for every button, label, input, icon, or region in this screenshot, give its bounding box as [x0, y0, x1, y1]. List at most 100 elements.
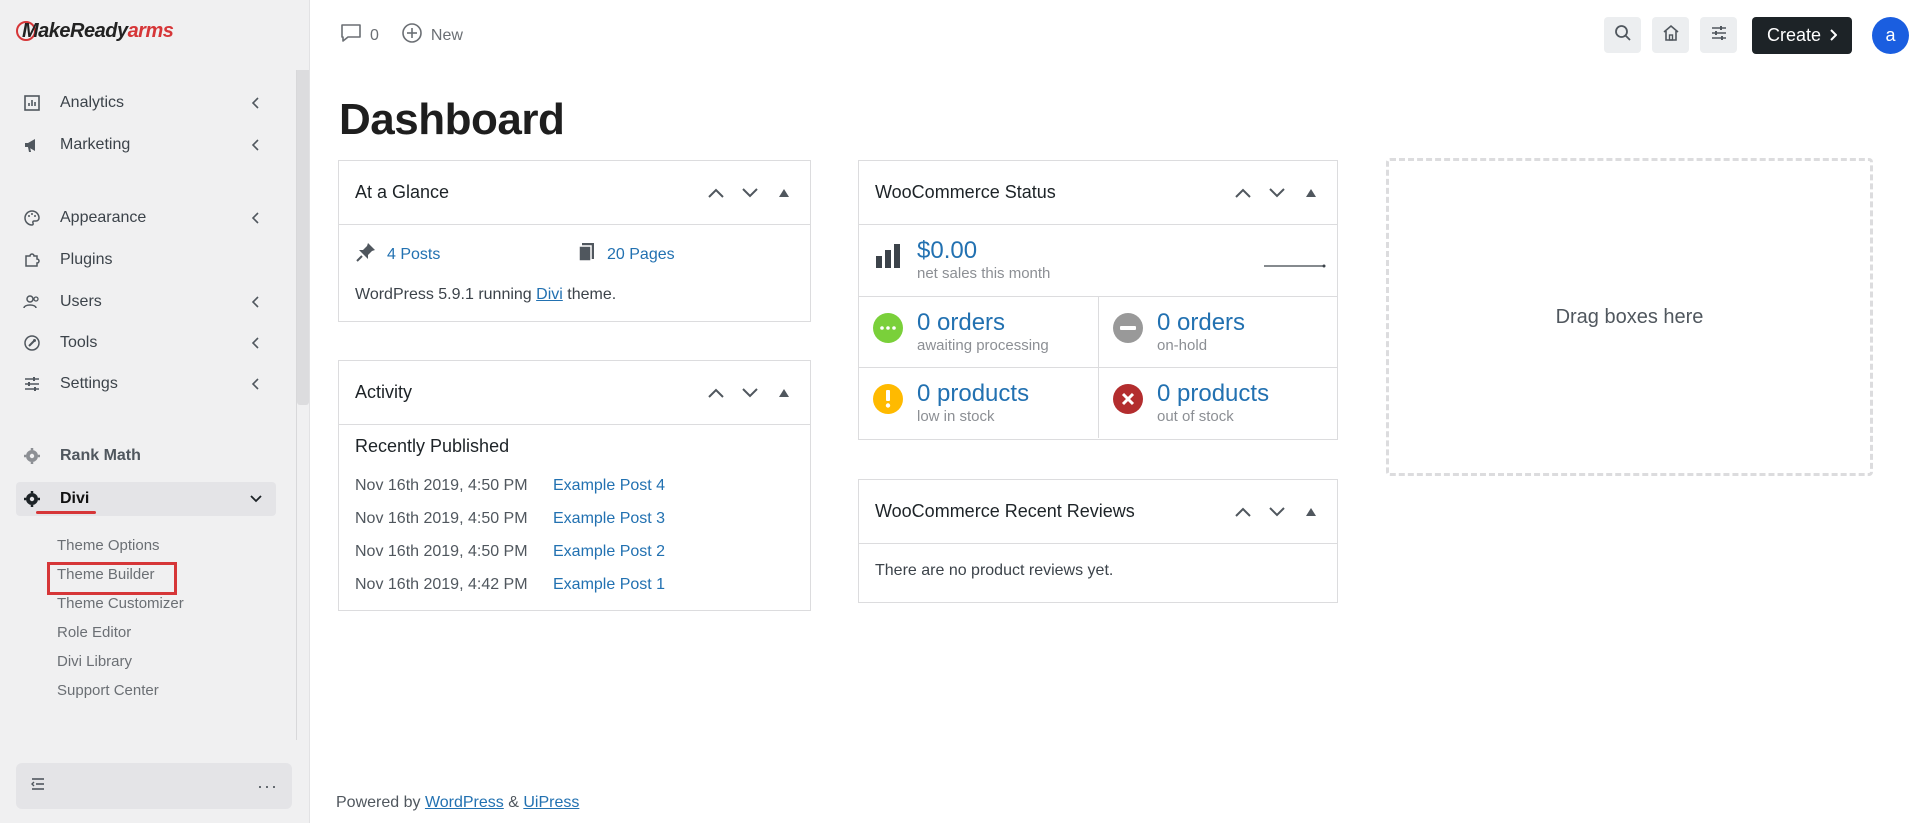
active-item-underline: [36, 511, 96, 514]
wordpress-version-text: WordPress 5.9.1 running Divi theme.: [355, 286, 617, 303]
sidebar-item-settings[interactable]: Settings: [16, 367, 276, 401]
comments-link[interactable]: 0: [340, 23, 379, 48]
submenu-theme-customizer[interactable]: Theme Customizer: [57, 595, 184, 612]
widget-activity: Activity Recently Published Nov 16th 201…: [338, 360, 811, 611]
tools-icon: [22, 333, 42, 353]
move-down-icon[interactable]: [740, 183, 760, 203]
move-up-icon[interactable]: [706, 183, 726, 203]
list-item: Nov 16th 2019, 4:50 PM Example Post 4: [355, 477, 666, 495]
sidebar-item-plugins[interactable]: Plugins: [16, 243, 276, 277]
sidebar-footer: ···: [16, 763, 292, 809]
chevron-left-icon: [246, 212, 266, 224]
pages-count[interactable]: 20 Pages: [577, 241, 675, 268]
post-link[interactable]: Example Post 1: [553, 576, 665, 594]
net-sales-row[interactable]: $0.00 net sales this month: [859, 225, 1337, 296]
processing-orders[interactable]: 0 orders awaiting processing: [859, 297, 1099, 367]
widget-header: WooCommerce Recent Reviews: [859, 480, 1337, 544]
drag-drop-zone[interactable]: Drag boxes here: [1386, 158, 1873, 476]
theme-link[interactable]: Divi: [536, 286, 563, 303]
puzzle-icon: [22, 250, 42, 270]
sparkline: [1264, 255, 1326, 273]
pin-icon: [355, 241, 377, 268]
avatar[interactable]: a: [1872, 17, 1909, 54]
no-reviews-text: There are no product reviews yet.: [875, 562, 1114, 579]
users-icon: [22, 292, 42, 312]
on-hold-orders[interactable]: 0 orders on-hold: [1099, 297, 1337, 367]
chevron-left-icon: [246, 378, 266, 390]
chevron-left-icon: [246, 139, 266, 151]
topbar-left: 0 New: [340, 22, 475, 49]
move-up-icon[interactable]: [706, 383, 726, 403]
wordpress-link[interactable]: WordPress: [425, 794, 504, 811]
submenu-theme-options[interactable]: Theme Options: [57, 537, 160, 554]
sidebar-item-tools[interactable]: Tools: [16, 326, 276, 360]
page-title: Dashboard: [339, 95, 565, 144]
preferences-button[interactable]: [1700, 17, 1737, 53]
list-item: Nov 16th 2019, 4:42 PM Example Post 1: [355, 576, 666, 594]
low-stock-products[interactable]: 0 products low in stock: [859, 368, 1099, 438]
collapse-menu-icon[interactable]: [30, 776, 48, 797]
plus-circle-icon: [401, 22, 423, 49]
processing-icon: [873, 313, 903, 343]
scrollbar-thumb[interactable]: [297, 70, 309, 405]
site-logo[interactable]: MakeReadyarms: [16, 20, 174, 43]
widget-header: Activity: [339, 361, 810, 425]
search-icon: [1614, 24, 1632, 47]
sidebar-item-appearance[interactable]: Appearance: [16, 201, 276, 235]
chevron-left-icon: [246, 337, 266, 349]
palette-icon: [22, 208, 42, 228]
uipress-link[interactable]: UiPress: [523, 794, 579, 811]
analytics-icon: [22, 93, 42, 113]
move-down-icon[interactable]: [1267, 502, 1287, 522]
submenu-role-editor[interactable]: Role Editor: [57, 624, 131, 641]
home-icon: [1662, 24, 1680, 47]
more-options-icon[interactable]: ···: [257, 776, 278, 797]
posts-count[interactable]: 4 Posts: [355, 241, 440, 268]
collapse-toggle-icon[interactable]: [1301, 502, 1321, 522]
collapse-toggle-icon[interactable]: [1301, 183, 1321, 203]
sliders-icon: [22, 374, 42, 394]
out-of-stock-products[interactable]: 0 products out of stock: [1099, 368, 1337, 438]
post-link[interactable]: Example Post 2: [553, 543, 665, 561]
collapse-toggle-icon[interactable]: [774, 183, 794, 203]
widget-woocommerce-reviews: WooCommerce Recent Reviews There are no …: [858, 479, 1338, 603]
widget-at-a-glance: At a Glance 4 Posts 20 Pages WordPress 5…: [338, 160, 811, 322]
highlight-box: [47, 562, 177, 595]
post-link[interactable]: Example Post 3: [553, 510, 665, 528]
error-icon: [1113, 384, 1143, 414]
search-button[interactable]: [1604, 17, 1641, 53]
collapse-toggle-icon[interactable]: [774, 383, 794, 403]
widget-header: At a Glance: [339, 161, 810, 225]
create-button[interactable]: Create: [1752, 17, 1852, 54]
move-up-icon[interactable]: [1233, 183, 1253, 203]
submenu-divi-library[interactable]: Divi Library: [57, 653, 132, 670]
home-button[interactable]: [1652, 17, 1689, 53]
widget-woocommerce-status: WooCommerce Status $0.00 net sales this …: [858, 160, 1338, 440]
megaphone-icon: [22, 135, 42, 155]
comment-icon: [340, 23, 362, 48]
sidebar-item-analytics[interactable]: Analytics: [16, 86, 276, 120]
gear-icon: [22, 489, 42, 509]
list-item: Nov 16th 2019, 4:50 PM Example Post 3: [355, 510, 666, 528]
bar-chart-icon: [873, 241, 903, 271]
sliders-icon: [1710, 24, 1728, 47]
move-down-icon[interactable]: [1267, 183, 1287, 203]
stock-row: 0 products low in stock 0 products out o…: [859, 367, 1337, 439]
sidebar-item-users[interactable]: Users: [16, 285, 276, 319]
gear-icon: [22, 446, 42, 466]
pages-icon: [577, 241, 597, 268]
sidebar-scrollbar[interactable]: [296, 70, 309, 740]
list-item: Nov 16th 2019, 4:50 PM Example Post 2: [355, 543, 666, 561]
chevron-left-icon: [246, 97, 266, 109]
recently-published-heading: Recently Published: [355, 436, 510, 456]
sidebar-item-marketing[interactable]: Marketing: [16, 128, 276, 162]
move-down-icon[interactable]: [740, 383, 760, 403]
sidebar: MakeReadyarms Analytics Marketing Appear…: [0, 0, 310, 823]
sidebar-item-rank-math[interactable]: Rank Math: [16, 439, 276, 473]
submenu-support-center[interactable]: Support Center: [57, 682, 159, 699]
on-hold-icon: [1113, 313, 1143, 343]
move-up-icon[interactable]: [1233, 502, 1253, 522]
footer-credit: Powered by WordPress & UiPress: [336, 794, 580, 811]
new-content-link[interactable]: New: [401, 22, 463, 49]
post-link[interactable]: Example Post 4: [553, 477, 665, 495]
